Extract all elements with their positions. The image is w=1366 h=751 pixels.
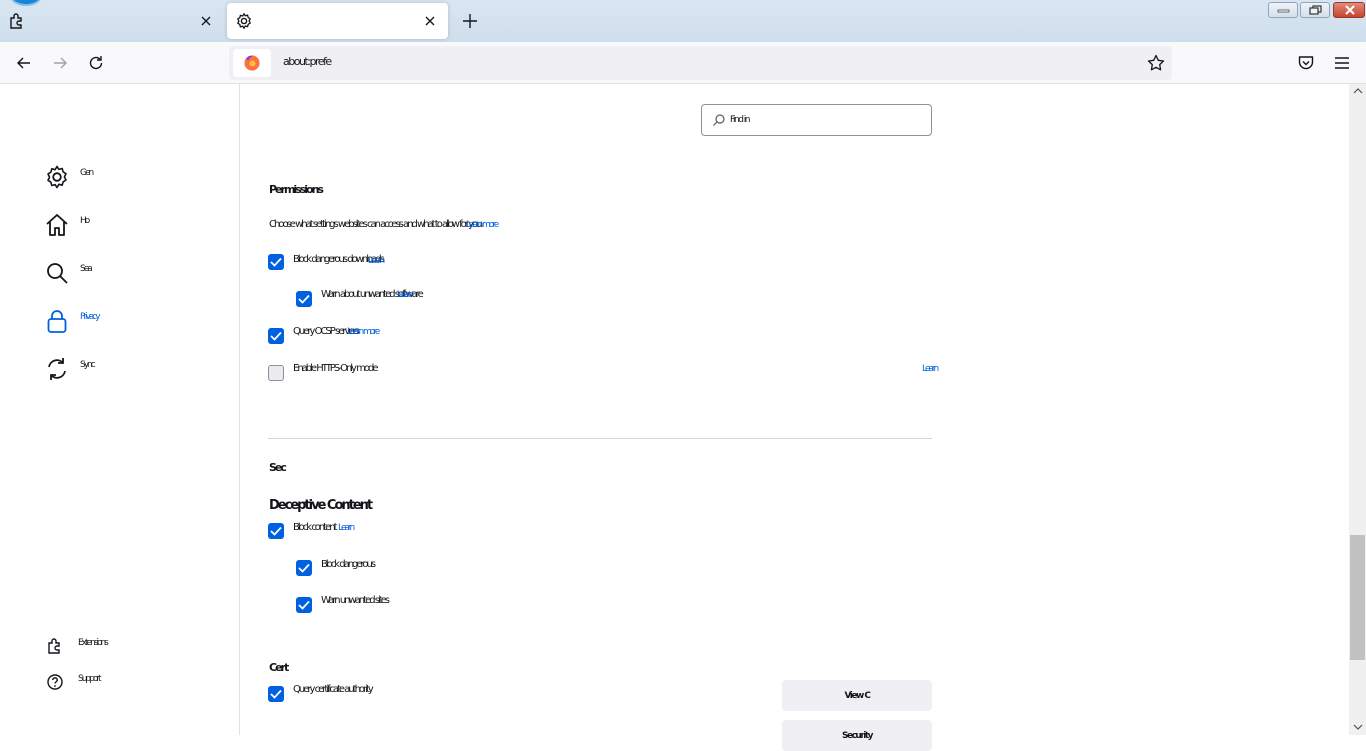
search-icon: [47, 263, 68, 284]
section-heading-permissions: Permissions: [269, 183, 324, 196]
sidebar-item-label: Gen: [80, 168, 94, 178]
gear-icon: [235, 12, 253, 30]
sidebar-item-extensions[interactable]: Extensions: [46, 635, 226, 659]
checkbox-warn-unwanted-sites[interactable]: [296, 597, 312, 613]
learn-more-link[interactable]: Learn: [368, 256, 385, 266]
forward-arrow-icon[interactable]: [50, 53, 70, 73]
checkbox-block-downloads[interactable]: [268, 254, 284, 270]
checkmark-icon: [298, 563, 310, 573]
address-bar[interactable]: about:prefe: [229, 46, 1172, 80]
restore-button[interactable]: [1300, 2, 1330, 18]
pocket-icon[interactable]: [1296, 53, 1316, 73]
tab-settings[interactable]: [227, 3, 448, 39]
close-icon[interactable]: [422, 13, 438, 29]
section-label-certificates: Cert: [269, 661, 289, 674]
section-heading-deceptive-content: Deceptive Content: [269, 498, 373, 513]
navigation-toolbar: about:prefe: [0, 42, 1366, 84]
sidebar-item-label: Support: [78, 674, 102, 684]
checkbox-block-deceptive[interactable]: [268, 523, 284, 539]
reload-icon[interactable]: [86, 53, 106, 73]
back-arrow-icon[interactable]: [14, 53, 34, 73]
checkmark-icon: [270, 331, 282, 341]
checkbox-label: Warn unwanted sites: [321, 595, 390, 606]
menu-hamburger-icon[interactable]: [1332, 53, 1352, 73]
sidebar-item-label: Sea: [80, 264, 93, 274]
search-icon: [713, 114, 725, 126]
checkbox-query-ocsp[interactable]: [268, 328, 284, 344]
site-identity-button[interactable]: [233, 49, 271, 77]
sidebar-item-label: Sync: [80, 360, 96, 370]
sidebar-item-home[interactable]: Ho: [44, 210, 224, 242]
tab-strip: [0, 0, 1366, 42]
section-label-security: Sec: [269, 461, 287, 474]
learn-more-link[interactable]: Learn: [397, 290, 414, 300]
sidebar-item-general[interactable]: Gen: [44, 162, 224, 194]
help-icon: [47, 674, 63, 690]
puzzle-icon: [48, 638, 60, 654]
security-devices-button[interactable]: Security: [782, 720, 932, 751]
checkbox-block-dangerous[interactable]: [296, 560, 312, 576]
page-scrollbar[interactable]: [1349, 84, 1366, 735]
home-icon: [46, 214, 68, 236]
checkmark-icon: [270, 689, 282, 699]
sidebar-item-label: Privacy: [80, 312, 101, 322]
checkbox-warn-unwanted[interactable]: [296, 291, 312, 307]
sidebar-item-label: Ho: [80, 216, 90, 226]
learn-more-link[interactable]: Learn: [922, 364, 939, 374]
checkbox-label: Query certificate authority: [293, 684, 374, 695]
checkbox-label: Enable HTTPS-Only mode: [293, 363, 379, 374]
puzzle-icon: [8, 12, 26, 30]
checkbox-query-certificate[interactable]: [268, 686, 284, 702]
checkmark-icon: [270, 257, 282, 267]
window-close-button[interactable]: [1333, 2, 1365, 18]
sidebar-item-sync[interactable]: Sync: [44, 354, 224, 386]
learn-more-link[interactable]: Learn more: [347, 327, 380, 337]
sidebar-item-privacy[interactable]: Privacy: [44, 306, 224, 338]
checkmark-icon: [298, 600, 310, 610]
settings-sidebar: Gen Ho Sea Privacy Sync Extensions Suppo…: [0, 84, 240, 735]
scrollbar-thumb[interactable]: [1350, 535, 1365, 660]
section-description: Choose what settings websites can access…: [269, 219, 482, 230]
sidebar-item-support[interactable]: Support: [46, 671, 226, 695]
lock-icon: [47, 310, 67, 333]
search-input[interactable]: [730, 111, 920, 129]
checkmark-icon: [270, 526, 282, 536]
gear-icon: [47, 165, 67, 189]
sidebar-item-search[interactable]: Sea: [44, 258, 224, 290]
checkbox-label: Block dangerous: [321, 559, 376, 570]
tab-extensions[interactable]: [0, 3, 222, 39]
section-divider: [268, 438, 932, 439]
learn-more-link[interactable]: Learn more: [466, 220, 499, 230]
chevron-up-icon[interactable]: [1353, 86, 1363, 96]
checkmark-icon: [298, 294, 310, 304]
find-in-settings-search[interactable]: [701, 104, 932, 136]
firefox-logo-icon: [244, 55, 260, 71]
view-certificates-button[interactable]: View C: [782, 680, 932, 711]
chevron-down-icon[interactable]: [1353, 722, 1363, 732]
checkbox-https-only[interactable]: [268, 365, 284, 381]
close-icon[interactable]: [198, 13, 214, 29]
checkbox-label: Block content: [293, 522, 337, 533]
sidebar-item-label: Extensions: [78, 638, 109, 648]
sync-icon: [48, 358, 66, 380]
bookmark-star-icon[interactable]: [1146, 53, 1166, 73]
minimize-button[interactable]: [1268, 2, 1298, 18]
new-tab-button[interactable]: [460, 11, 480, 31]
url-text: about:prefe: [283, 55, 332, 68]
learn-more-link[interactable]: Learn: [338, 523, 355, 533]
